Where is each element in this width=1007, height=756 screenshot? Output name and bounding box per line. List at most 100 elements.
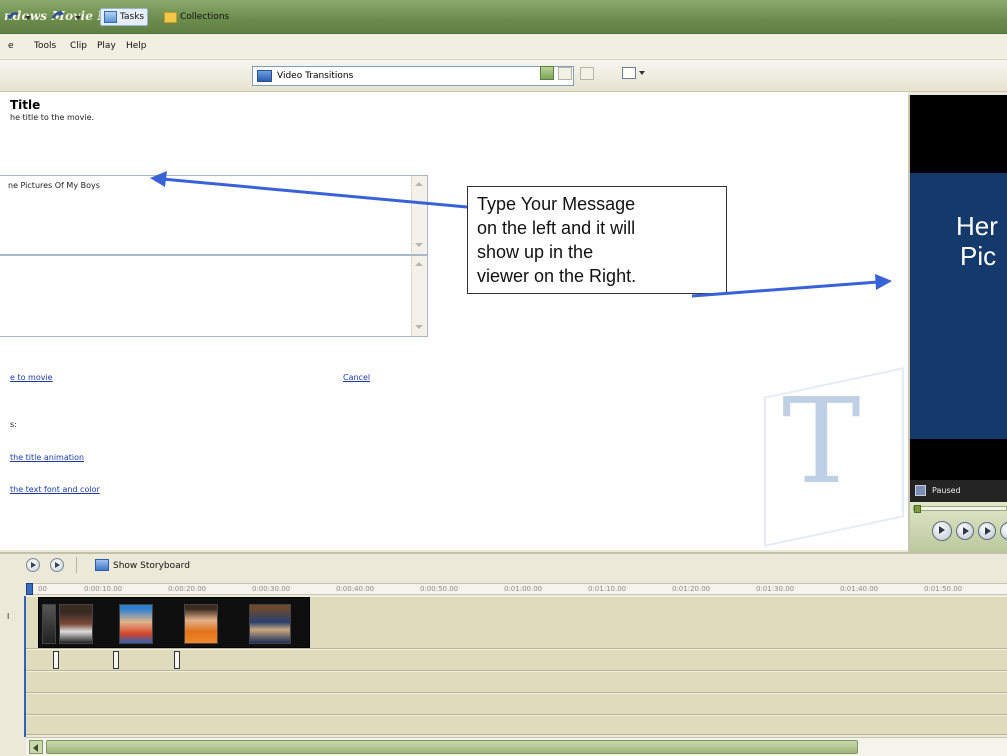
transition-marker[interactable] bbox=[53, 651, 59, 669]
timeline-position-line bbox=[24, 596, 26, 737]
preview-monitor: Her Pic Paused bbox=[908, 95, 1007, 555]
clip-thumbnail[interactable] bbox=[59, 604, 93, 644]
ruler-tick: 0:01:30.00 bbox=[756, 585, 795, 593]
stop-button[interactable] bbox=[956, 522, 974, 540]
ruler-tick: 0:00:30.00 bbox=[252, 585, 291, 593]
up-folder-icon bbox=[540, 66, 554, 80]
toolbar-divider bbox=[76, 557, 77, 573]
storyboard-icon[interactable] bbox=[95, 559, 109, 571]
playhead-indicator[interactable] bbox=[26, 583, 33, 595]
page-subtitle: he title to the movie. bbox=[10, 113, 95, 122]
undo-icon bbox=[7, 12, 31, 20]
preview-screen[interactable]: Her Pic bbox=[910, 173, 1007, 439]
previous-frame-button[interactable] bbox=[978, 522, 996, 540]
audio-music-track[interactable] bbox=[26, 693, 1007, 715]
collections-label: Collections bbox=[180, 12, 230, 22]
panel-icon bbox=[622, 67, 636, 79]
views-button[interactable] bbox=[580, 64, 594, 82]
clip-thumbnail[interactable] bbox=[249, 604, 291, 644]
video-clips-strip bbox=[38, 597, 310, 648]
ruler-tick: 0:00:10.00 bbox=[84, 585, 123, 593]
location-label: Video Transitions bbox=[277, 71, 354, 81]
ruler-tick: 00 bbox=[38, 585, 47, 593]
watermark-glyph: T bbox=[782, 372, 861, 510]
timeline-scrollbar[interactable] bbox=[26, 737, 1007, 756]
location-dropdown[interactable]: Video Transitions bbox=[252, 66, 574, 86]
title-text-input[interactable]: ne Pictures Of My Boys bbox=[0, 175, 428, 255]
scroll-left-icon[interactable] bbox=[29, 740, 43, 754]
scroll-up-icon[interactable] bbox=[414, 259, 425, 270]
second-line-scrollbar[interactable] bbox=[411, 256, 427, 336]
clip-thumbnail[interactable] bbox=[184, 604, 218, 644]
transition-marker[interactable] bbox=[113, 651, 119, 669]
new-folder-button[interactable] bbox=[558, 64, 572, 82]
preview-text-line-1: Her bbox=[956, 211, 998, 241]
play-button[interactable] bbox=[932, 521, 952, 541]
timeline-play-button[interactable] bbox=[50, 558, 64, 572]
chevron-down-icon bbox=[639, 71, 645, 75]
ruler-tick: 0:01:40.00 bbox=[840, 585, 879, 593]
audio-track[interactable] bbox=[26, 671, 1007, 693]
cancel-link[interactable]: Cancel bbox=[343, 373, 370, 382]
timeline-zoom-button[interactable] bbox=[26, 558, 40, 572]
new-folder-icon bbox=[558, 66, 572, 80]
title-text-value: ne Pictures Of My Boys bbox=[8, 181, 100, 190]
ruler-tick: 0:00:40.00 bbox=[336, 585, 375, 593]
ruler-tick: 0:01:00.00 bbox=[504, 585, 543, 593]
title-text-scrollbar[interactable] bbox=[411, 176, 427, 254]
change-font-link[interactable]: the text font and color bbox=[10, 485, 100, 494]
done-add-title-link[interactable]: e to movie bbox=[10, 373, 53, 382]
tasks-label: Tasks bbox=[120, 12, 145, 22]
menu-clip[interactable]: Clip bbox=[70, 41, 87, 51]
seek-bar[interactable] bbox=[913, 505, 1007, 513]
seek-thumb[interactable] bbox=[914, 505, 921, 513]
timeline-ruler[interactable]: 00 0:00:10.00 0:00:20.00 0:00:30.00 0:00… bbox=[26, 583, 1007, 595]
clip-thumbnail[interactable] bbox=[42, 604, 56, 644]
folder-icon bbox=[164, 11, 177, 23]
ruler-tick: 0:01:20.00 bbox=[672, 585, 711, 593]
redo-button[interactable] bbox=[50, 8, 90, 26]
clip-thumbnail[interactable] bbox=[119, 604, 153, 644]
track-labels: l bbox=[0, 596, 26, 736]
ruler-tick: 0:01:50.00 bbox=[924, 585, 963, 593]
title-watermark-icon: T bbox=[758, 362, 906, 550]
redo-icon bbox=[51, 10, 81, 20]
menu-tools[interactable]: Tools bbox=[34, 41, 56, 51]
callout-line-4: viewer on the Right. bbox=[477, 266, 637, 286]
preview-status-bar: Paused bbox=[910, 480, 1007, 502]
ruler-tick: 0:00:20.00 bbox=[168, 585, 207, 593]
change-animation-link[interactable]: the title animation bbox=[10, 453, 84, 462]
menu-play[interactable]: Play bbox=[97, 41, 116, 51]
go-up-button[interactable] bbox=[540, 64, 554, 82]
transition-marker[interactable] bbox=[174, 651, 180, 669]
scroll-down-icon[interactable] bbox=[414, 240, 425, 251]
instruction-callout: Type Your Message on the left and it wil… bbox=[467, 186, 727, 294]
playback-status: Paused bbox=[932, 486, 961, 495]
panel-layout-button[interactable] bbox=[622, 64, 645, 82]
callout-line-3: show up in the bbox=[477, 242, 594, 262]
window-title-bar[interactable]: ndows Movie Maker bbox=[0, 0, 1007, 34]
transitions-icon bbox=[257, 70, 272, 82]
ruler-tick: 0:01:10.00 bbox=[588, 585, 627, 593]
preview-text-line-2: Pic bbox=[960, 241, 997, 271]
undo-button[interactable] bbox=[6, 8, 32, 26]
scroll-up-icon[interactable] bbox=[414, 179, 425, 190]
next-frame-button[interactable] bbox=[1000, 522, 1007, 540]
title-overlay-track[interactable] bbox=[26, 715, 1007, 735]
collections-button[interactable]: Collections bbox=[160, 8, 233, 26]
second-line-input[interactable] bbox=[0, 255, 428, 337]
tasks-button[interactable]: Tasks bbox=[100, 8, 149, 26]
show-storyboard-button[interactable]: Show Storyboard bbox=[113, 561, 190, 571]
scroll-down-icon[interactable] bbox=[414, 322, 425, 333]
tasks-icon bbox=[104, 11, 117, 23]
views-icon bbox=[580, 66, 594, 80]
status-icon bbox=[915, 485, 926, 496]
callout-line-1: Type Your Message bbox=[477, 194, 636, 214]
page-title: Title bbox=[10, 98, 41, 112]
ruler-tick: 0:00:50.00 bbox=[420, 585, 459, 593]
video-track-label: l bbox=[7, 612, 10, 621]
menu-view[interactable]: e bbox=[8, 41, 14, 51]
menu-help[interactable]: Help bbox=[126, 41, 147, 51]
more-options-label: s: bbox=[10, 420, 17, 429]
timeline-scroll-thumb[interactable] bbox=[46, 740, 858, 754]
